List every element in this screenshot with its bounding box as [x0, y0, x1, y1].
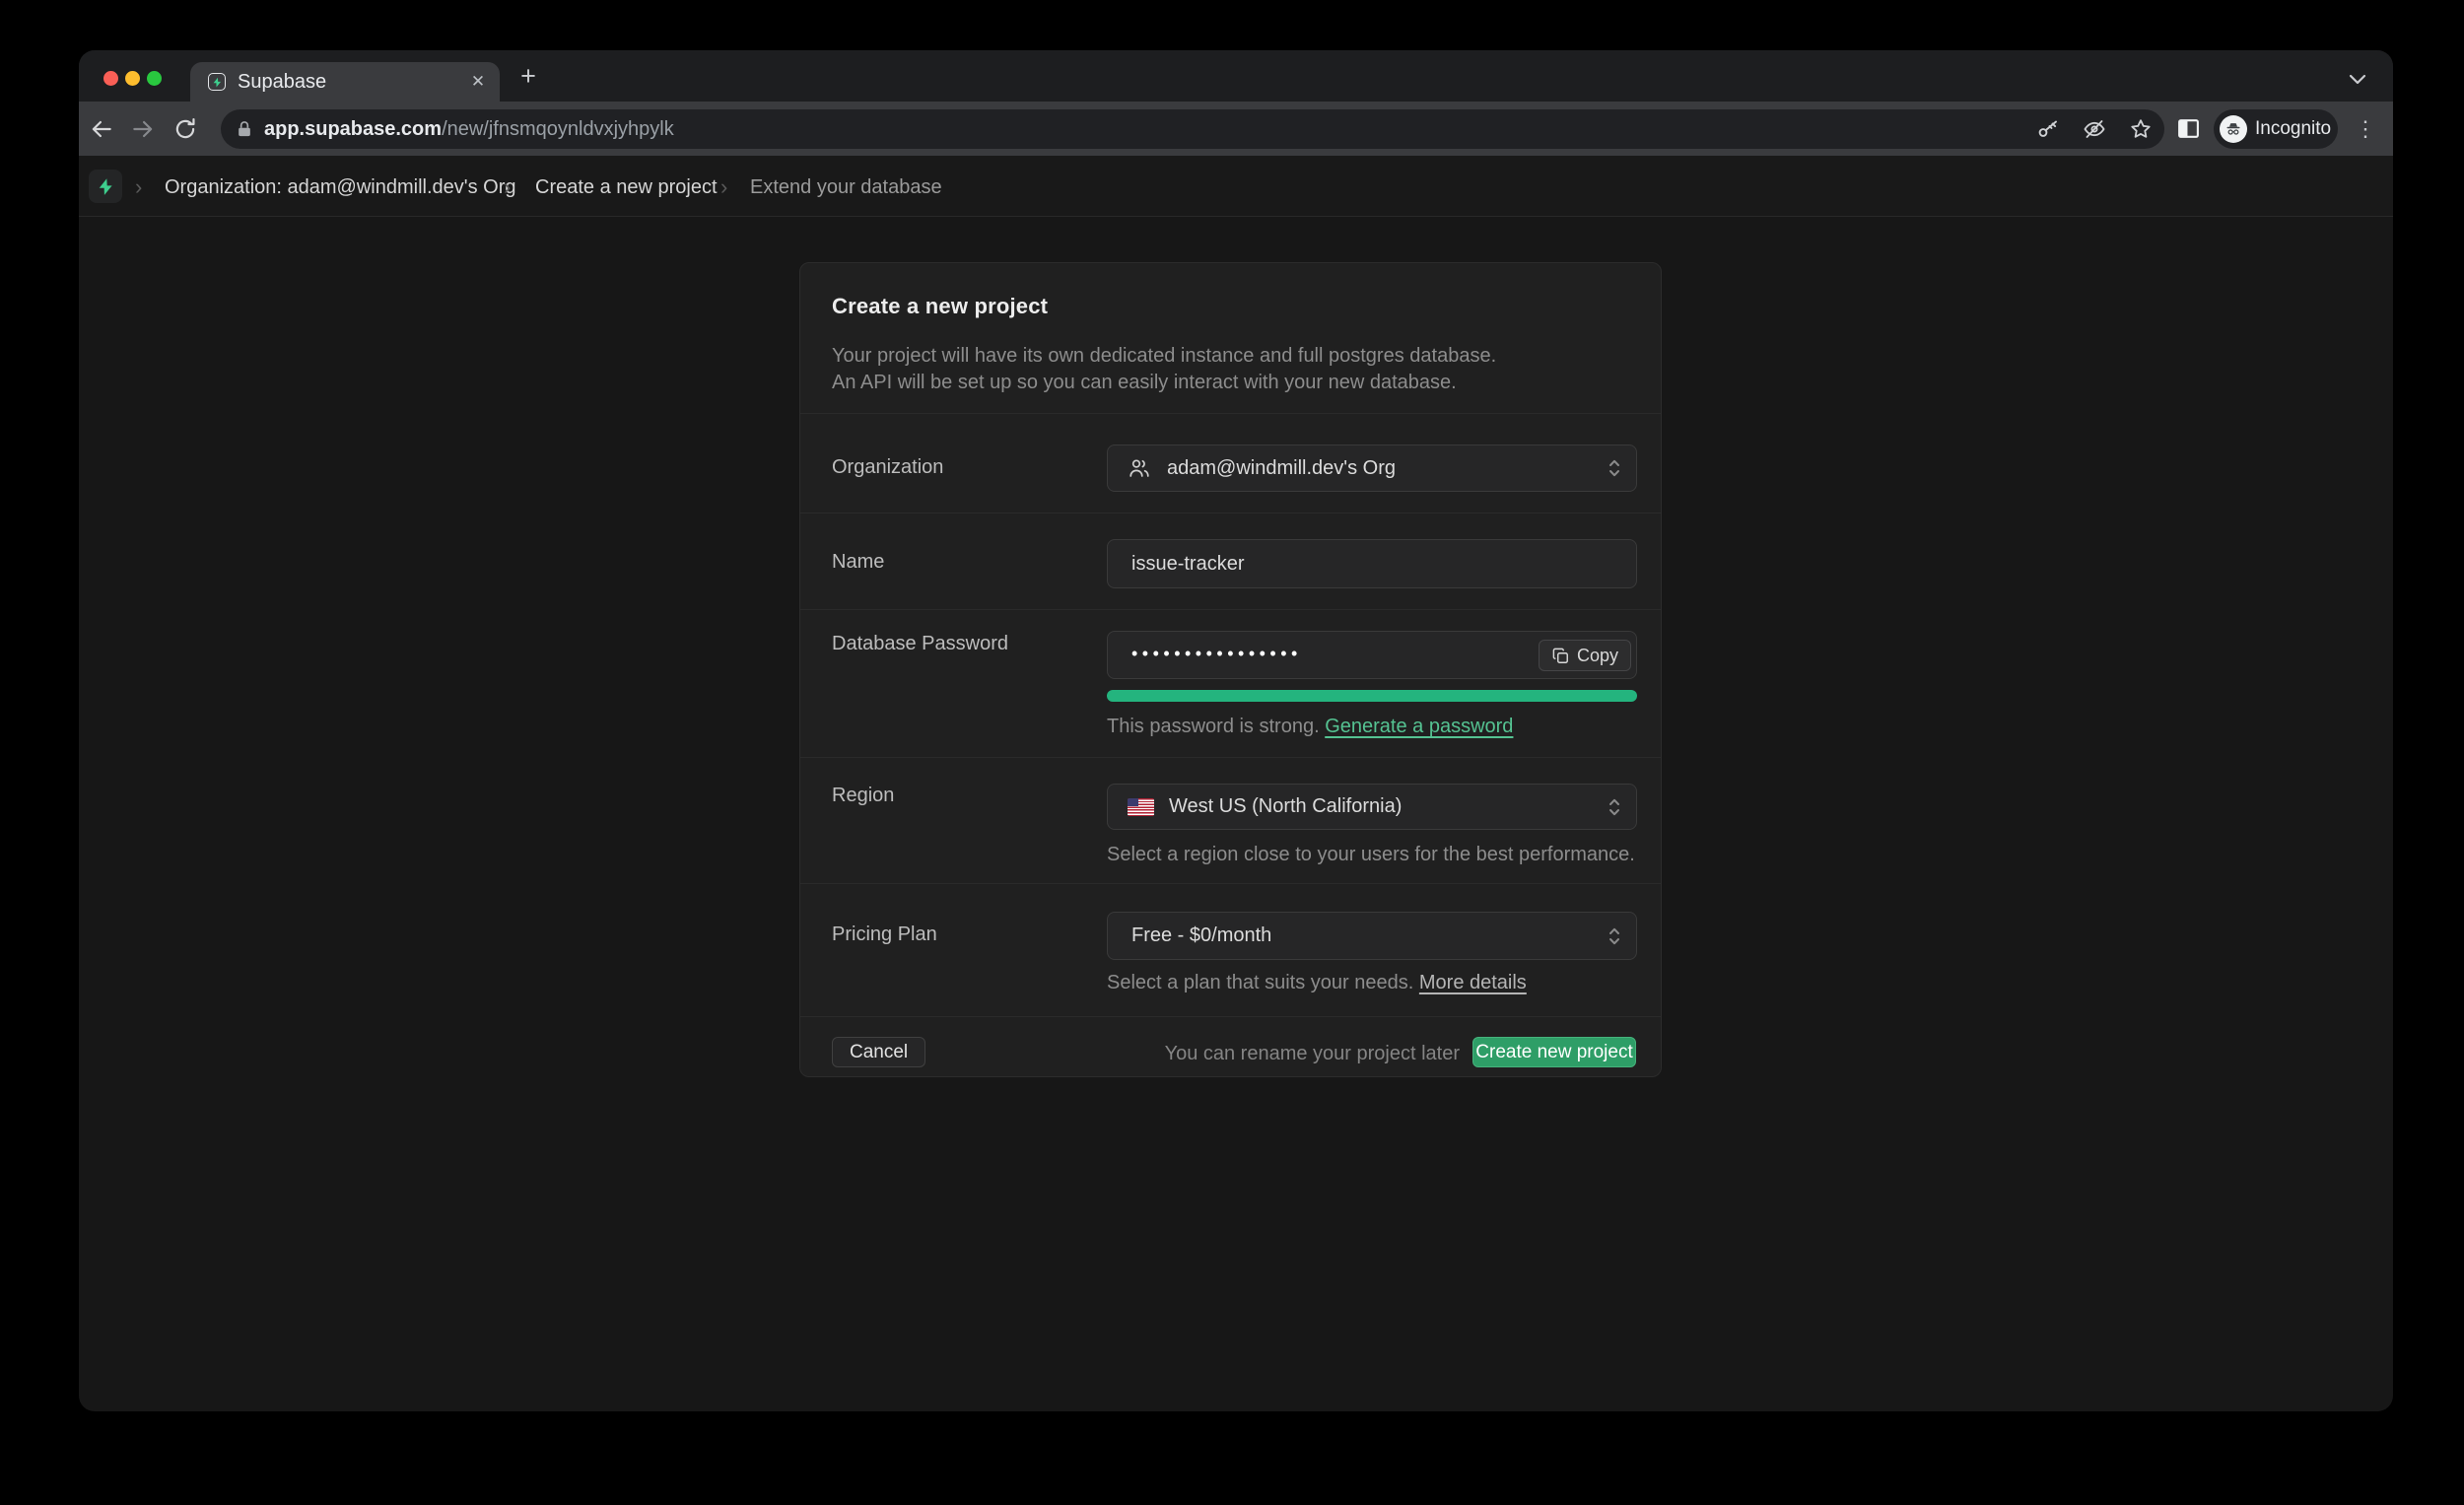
cancel-button-label: Cancel — [850, 1042, 908, 1063]
section-divider — [800, 757, 1661, 758]
browser-window: Supabase ✕ + app.supabas — [79, 50, 2393, 1411]
name-label: Name — [832, 551, 884, 574]
region-value: West US (North California) — [1169, 795, 1402, 818]
create-new-project-button[interactable]: Create new project — [1472, 1037, 1636, 1067]
password-strength-bar — [1107, 690, 1637, 702]
breadcrumb: › Organization: adam@windmill.dev's Org … — [79, 156, 2393, 217]
pricing-plan-value: Free - $0/month — [1131, 924, 1271, 947]
tab-search-chevron-icon[interactable] — [2349, 74, 2366, 85]
supabase-logo[interactable] — [89, 170, 122, 203]
organization-label: Organization — [832, 456, 943, 479]
password-strength-text: This password is strong. — [1107, 716, 1320, 737]
bolt-icon — [97, 177, 115, 196]
password-mask: •••••••••••••••• — [1131, 645, 1302, 662]
us-flag-icon — [1128, 798, 1154, 816]
omnibox-actions — [2036, 109, 2153, 149]
side-panel-icon[interactable] — [2176, 116, 2201, 141]
page-title: Create a new project — [832, 294, 1048, 319]
card-description-line1: Your project will have its own dedicated… — [832, 343, 1496, 370]
browser-tab[interactable]: Supabase ✕ — [190, 62, 500, 102]
breadcrumb-chevron-icon: › — [504, 174, 511, 200]
tab-title: Supabase — [238, 71, 326, 94]
card-description: Your project will have its own dedicated… — [832, 343, 1496, 396]
pricing-help-text: Select a plan that suits your needs. Mor… — [1107, 972, 1527, 994]
address-bar[interactable]: app.supabase.com/new/jfnsmqoynldvxjyhpyl… — [221, 109, 2164, 149]
select-chevrons-icon — [1605, 925, 1624, 947]
tab-strip: Supabase ✕ + — [79, 50, 2393, 102]
create-project-card: Create a new project Your project will h… — [799, 262, 1662, 1077]
bolt-icon — [212, 77, 223, 88]
url-domain: app.supabase.com — [264, 118, 442, 140]
cancel-button[interactable]: Cancel — [832, 1037, 925, 1067]
browser-menu-icon[interactable]: ⋮ — [2356, 114, 2375, 144]
pricing-help-label: Select a plan that suits your needs. — [1107, 972, 1413, 993]
back-icon[interactable] — [89, 116, 114, 142]
select-chevrons-icon — [1605, 457, 1624, 479]
breadcrumb-item-extend-database: Extend your database — [750, 176, 942, 199]
project-name-input[interactable]: issue-tracker — [1107, 539, 1637, 588]
url-path: /new/jfnsmqoynldvxjyhpylk — [442, 118, 674, 140]
saved-password-key-icon[interactable] — [2036, 117, 2060, 141]
copy-password-button[interactable]: Copy — [1539, 640, 1631, 671]
new-tab-button[interactable]: + — [513, 60, 544, 92]
macos-close-button[interactable] — [103, 71, 118, 86]
copy-icon — [1551, 647, 1570, 665]
pricing-plan-label: Pricing Plan — [832, 924, 937, 946]
eye-off-icon[interactable] — [2082, 117, 2107, 141]
breadcrumb-chevron-icon: › — [720, 174, 727, 200]
lock-icon — [235, 119, 254, 139]
database-password-label: Database Password — [832, 633, 1008, 655]
macos-minimize-button[interactable] — [125, 71, 140, 86]
generate-password-link[interactable]: Generate a password — [1325, 716, 1513, 737]
region-help-text: Select a region close to your users for … — [1107, 844, 1635, 866]
forward-icon[interactable] — [130, 116, 156, 142]
screenshot-stage: Supabase ✕ + app.supabas — [0, 0, 2464, 1505]
section-divider — [800, 883, 1661, 884]
project-name-value: issue-tracker — [1131, 553, 1244, 576]
us-flag-canton — [1128, 798, 1138, 806]
organization-select[interactable]: adam@windmill.dev's Org — [1107, 445, 1637, 492]
copy-button-label: Copy — [1577, 646, 1618, 666]
reload-icon[interactable] — [172, 116, 198, 142]
card-description-line2: An API will be set up so you can easily … — [832, 370, 1496, 396]
incognito-label: Incognito — [2255, 118, 2331, 140]
more-details-link[interactable]: More details — [1419, 972, 1527, 993]
bookmark-star-icon[interactable] — [2129, 117, 2153, 141]
organization-value: adam@windmill.dev's Org — [1167, 457, 1396, 480]
supabase-favicon-icon — [208, 73, 226, 91]
breadcrumb-item-organization[interactable]: Organization: adam@windmill.dev's Org — [165, 176, 515, 199]
password-strength-note: This password is strong. Generate a pass… — [1107, 716, 1513, 738]
url-text: app.supabase.com/new/jfnsmqoynldvxjyhpyl… — [264, 118, 674, 141]
breadcrumb-chevron-icon: › — [135, 174, 142, 200]
section-divider — [800, 413, 1661, 414]
region-select[interactable]: West US (North California) — [1107, 784, 1637, 830]
pricing-plan-select[interactable]: Free - $0/month — [1107, 912, 1637, 960]
select-chevrons-icon — [1605, 796, 1624, 818]
users-icon — [1128, 456, 1151, 480]
rename-later-note: You can rename your project later — [1165, 1043, 1460, 1065]
breadcrumb-item-create-project[interactable]: Create a new project — [535, 176, 718, 199]
incognito-icon — [2220, 115, 2247, 143]
create-new-project-label: Create new project — [1475, 1042, 1632, 1063]
macos-zoom-button[interactable] — [147, 71, 162, 86]
section-divider — [800, 1016, 1661, 1017]
tab-close-icon[interactable]: ✕ — [466, 70, 490, 94]
incognito-badge: Incognito — [2214, 109, 2338, 149]
region-label: Region — [832, 785, 894, 807]
section-divider — [800, 609, 1661, 610]
browser-toolbar: app.supabase.com/new/jfnsmqoynldvxjyhpyl… — [79, 102, 2393, 156]
